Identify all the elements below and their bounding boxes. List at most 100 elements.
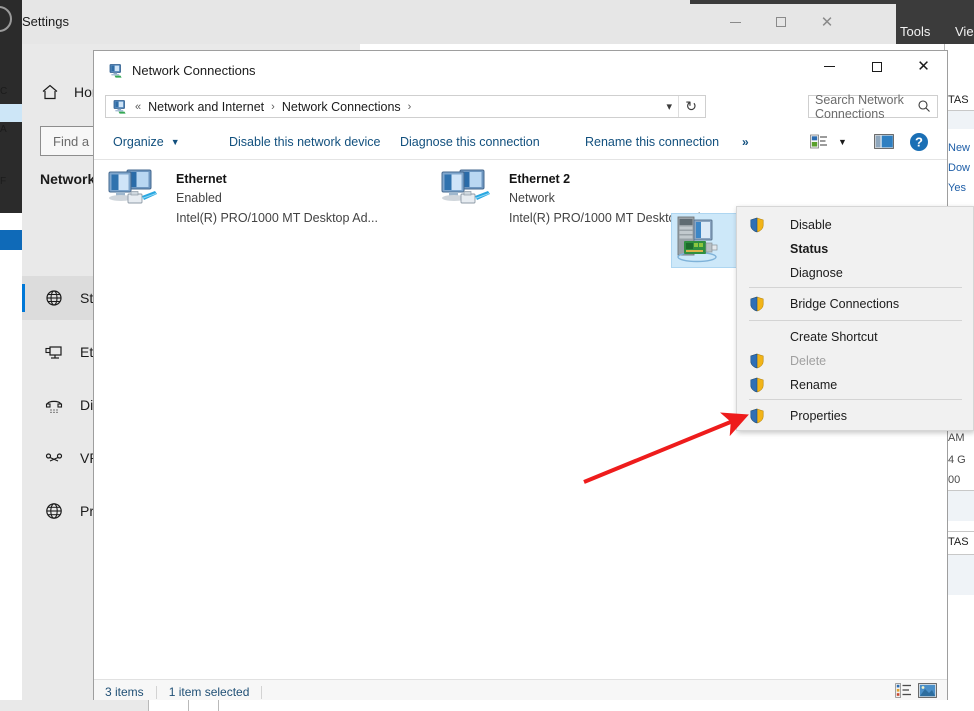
explorer-minimize-button[interactable] bbox=[806, 51, 853, 82]
connection-item-ethernet[interactable]: Ethernet Enabled Intel(R) PRO/1000 MT De… bbox=[104, 163, 366, 225]
context-menu-item-diagnose[interactable]: Diagnose bbox=[737, 261, 973, 285]
background-menu-tools[interactable]: Tools bbox=[900, 24, 930, 39]
context-menu-label: Delete bbox=[790, 354, 826, 368]
breadcrumb-prefix: « bbox=[135, 101, 141, 113]
diagnose-connection-button[interactable]: Diagnose this connection bbox=[392, 123, 548, 160]
organize-button[interactable]: Organize ▼ bbox=[105, 123, 188, 160]
view-options-button[interactable]: ▼ bbox=[810, 123, 847, 160]
context-menu-label: Properties bbox=[790, 409, 847, 423]
breadcrumb-separator-1: › bbox=[271, 101, 275, 113]
explorer-caption-buttons: ✕ bbox=[806, 51, 947, 82]
globe-icon bbox=[44, 501, 64, 521]
context-menu-label: Create Shortcut bbox=[790, 330, 878, 344]
context-menu-label: Diagnose bbox=[790, 266, 843, 280]
background-fragment-left-1: A bbox=[0, 124, 7, 135]
background-circle-decoration bbox=[0, 6, 12, 32]
background-fragment-left-2: F bbox=[0, 176, 6, 187]
context-menu-item-create-shortcut[interactable]: Create Shortcut bbox=[737, 325, 973, 349]
connection-state: Enabled bbox=[176, 189, 378, 208]
context-menu-label: Disable bbox=[790, 218, 832, 232]
explorer-window-title: Network Connections bbox=[132, 63, 256, 78]
address-bar[interactable]: « Network and Internet › Network Connect… bbox=[105, 95, 706, 118]
breadcrumb-network-connections[interactable]: Network Connections bbox=[282, 100, 401, 114]
connection-item-ethernet-2[interactable]: Ethernet 2 Network Intel(R) PRO/1000 MT … bbox=[437, 163, 699, 225]
background-fragment-left-0: C bbox=[0, 86, 7, 97]
annotation-red-arrow bbox=[575, 410, 750, 500]
network-adapter-icon bbox=[440, 167, 500, 224]
shield-icon bbox=[749, 353, 765, 369]
toolbar-overflow-button[interactable]: » bbox=[742, 123, 749, 160]
shield-icon bbox=[749, 296, 765, 312]
desktop-background-lower bbox=[0, 213, 22, 711]
settings-minimize-button[interactable] bbox=[712, 0, 758, 44]
context-menu-item-properties[interactable]: Properties bbox=[737, 404, 973, 428]
background-highlight-left-1 bbox=[0, 104, 22, 122]
status-selection-count: 1 item selected bbox=[169, 685, 250, 699]
connection-text-ethernet: Ethernet Enabled Intel(R) PRO/1000 MT De… bbox=[176, 167, 378, 228]
organize-label: Organize bbox=[113, 135, 164, 149]
connection-name: Ethernet bbox=[176, 170, 378, 189]
vpn-icon bbox=[44, 448, 64, 468]
context-menu-item-rename[interactable]: Rename bbox=[737, 373, 973, 397]
disable-network-device-button[interactable]: Disable this network device bbox=[221, 123, 388, 160]
preview-pane-button[interactable] bbox=[874, 123, 894, 160]
search-icon bbox=[917, 99, 931, 116]
background-fragment-right-0: TAS bbox=[948, 94, 969, 106]
chevron-down-icon: ▼ bbox=[838, 137, 847, 147]
connection-adapter: Intel(R) PRO/1000 MT Desktop Ad... bbox=[176, 209, 378, 228]
background-fragment-right-2: Dow bbox=[948, 162, 970, 174]
background-fragment-right-3: Yes bbox=[948, 182, 966, 194]
explorer-maximize-button[interactable] bbox=[853, 51, 900, 82]
settings-close-button[interactable]: ✕ bbox=[804, 0, 850, 44]
globe-icon bbox=[44, 288, 64, 308]
background-window-bottom-left bbox=[0, 700, 148, 711]
context-menu: Disable Status Diagnose Bridge Connectio… bbox=[736, 206, 974, 431]
ethernet-icon bbox=[44, 342, 64, 362]
address-bar-dropdown-icon[interactable]: ▾ bbox=[666, 100, 672, 113]
background-fragment-right-6: 00 bbox=[948, 474, 960, 486]
network-connections-icon bbox=[108, 63, 124, 79]
context-menu-label: Status bbox=[790, 242, 828, 256]
context-menu-separator-3 bbox=[749, 399, 962, 400]
context-menu-item-bridge-connections[interactable]: Bridge Connections bbox=[737, 292, 973, 316]
svg-text:?: ? bbox=[915, 134, 923, 149]
settings-window-title: Settings bbox=[22, 14, 69, 29]
background-menu-view[interactable]: Vie bbox=[955, 24, 974, 39]
settings-caption-buttons: ✕ bbox=[712, 0, 850, 44]
background-fragment-right-1: New bbox=[948, 142, 970, 154]
background-fragment-right-4: AM bbox=[948, 432, 965, 444]
breadcrumb-network-and-internet[interactable]: Network and Internet bbox=[148, 100, 264, 114]
background-fragment-right-5: 4 G bbox=[948, 454, 966, 466]
refresh-icon[interactable]: ↻ bbox=[685, 98, 697, 115]
background-fragment-right-7: TAS bbox=[948, 536, 969, 548]
address-bar-location-icon bbox=[112, 99, 128, 115]
status-item-count: 3 items bbox=[105, 685, 144, 699]
shield-icon bbox=[749, 408, 765, 424]
connection-state: Network bbox=[509, 189, 711, 208]
background-window-divider-1 bbox=[148, 700, 149, 711]
dialup-icon bbox=[44, 395, 64, 415]
breadcrumb-separator-2: › bbox=[408, 101, 412, 113]
context-menu-separator-2 bbox=[749, 320, 962, 321]
context-menu-separator-1 bbox=[749, 287, 962, 288]
shield-icon bbox=[749, 217, 765, 233]
context-menu-item-disable[interactable]: Disable bbox=[737, 213, 973, 237]
context-menu-label: Bridge Connections bbox=[790, 297, 899, 311]
connection-name: Ethernet 2 bbox=[509, 170, 711, 189]
explorer-titlebar: Network Connections ✕ bbox=[94, 51, 947, 89]
explorer-close-button[interactable]: ✕ bbox=[900, 51, 947, 82]
shield-icon bbox=[749, 377, 765, 393]
background-highlight-left-2 bbox=[0, 230, 22, 250]
context-menu-item-status[interactable]: Status bbox=[737, 237, 973, 261]
settings-titlebar: Settings ✕ bbox=[22, 0, 896, 44]
network-adapter-icon bbox=[107, 167, 167, 224]
chevron-down-icon: ▼ bbox=[171, 137, 180, 147]
vlan-adapter-icon bbox=[675, 215, 737, 272]
context-menu-item-delete: Delete bbox=[737, 349, 973, 373]
background-window-divider-2 bbox=[188, 700, 189, 711]
search-input[interactable]: Search Network Connections bbox=[808, 95, 938, 118]
screen: C A F Settings ✕ Home Find a se bbox=[0, 0, 974, 711]
rename-connection-button[interactable]: Rename this connection bbox=[577, 123, 727, 160]
help-button[interactable]: ? bbox=[909, 123, 929, 160]
settings-maximize-button[interactable] bbox=[758, 0, 804, 44]
